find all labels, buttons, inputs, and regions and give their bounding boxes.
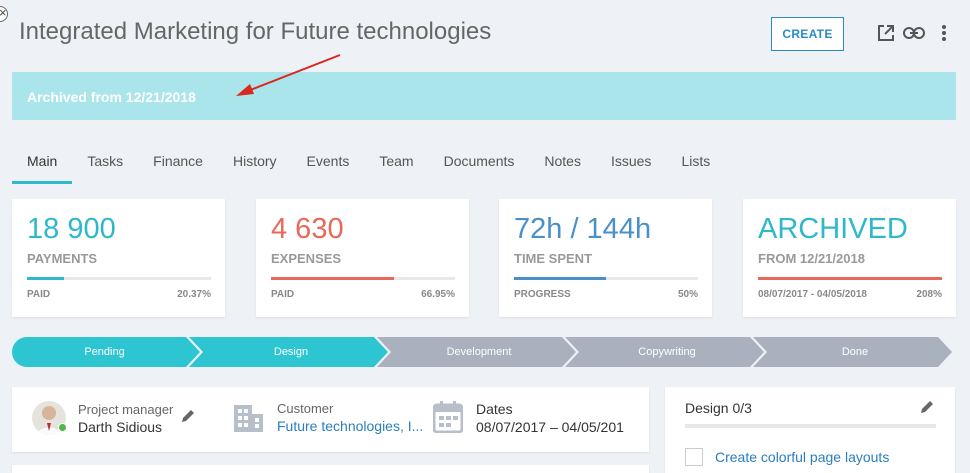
close-icon[interactable] bbox=[0, 5, 8, 22]
stage-design-label: Design bbox=[273, 346, 309, 358]
time-spent-label: TIME SPENT bbox=[514, 251, 593, 266]
project-info-panel: Project manager Darth Sidious Customer F… bbox=[12, 387, 649, 452]
customer-link[interactable]: Future technologies, I... bbox=[277, 418, 423, 434]
archived-banner: Archived from 12/21/2018 bbox=[12, 72, 956, 120]
edit-pm-icon[interactable] bbox=[180, 408, 196, 429]
more-vertical-icon[interactable] bbox=[933, 22, 955, 44]
building-icon bbox=[233, 403, 265, 438]
tab-tasks[interactable]: Tasks bbox=[72, 150, 138, 184]
tab-finance[interactable]: Finance bbox=[138, 150, 218, 184]
tab-main[interactable]: Main bbox=[12, 150, 73, 184]
time-progress-fill bbox=[514, 277, 606, 280]
status-progress-fill bbox=[758, 277, 942, 280]
stage-done-label: Done bbox=[841, 346, 869, 358]
tab-bar: Main Tasks Finance History Events Team D… bbox=[12, 150, 725, 184]
tab-history[interactable]: History bbox=[218, 150, 292, 184]
tab-events[interactable]: Events bbox=[292, 150, 365, 184]
time-foot-left: PROGRESS bbox=[514, 289, 571, 300]
time-progress-track bbox=[514, 277, 698, 280]
archived-banner-text: Archived from 12/21/2018 bbox=[27, 89, 196, 105]
stage-development-label: Development bbox=[446, 346, 512, 358]
tab-notes[interactable]: Notes bbox=[529, 150, 596, 184]
calendar-icon bbox=[432, 401, 464, 438]
status-progress-track bbox=[758, 277, 942, 280]
payments-label: PAYMENTS bbox=[27, 251, 98, 266]
status-value: ARCHIVED bbox=[758, 213, 908, 245]
status-label: FROM 12/21/2018 bbox=[758, 251, 865, 266]
time-spent-value: 72h / 144h bbox=[514, 213, 652, 245]
expenses-card[interactable]: 4 630 EXPENSES PAID 66.95% bbox=[256, 199, 469, 317]
status-date-range: 08/07/2017 - 04/05/2018 bbox=[758, 289, 867, 300]
tab-documents[interactable]: Documents bbox=[429, 150, 530, 184]
create-button[interactable]: CREATE bbox=[771, 17, 844, 51]
page-title: Integrated Marketing for Future technolo… bbox=[19, 18, 492, 45]
time-spent-card[interactable]: 72h / 144h TIME SPENT PROGRESS 50% bbox=[499, 199, 712, 317]
expenses-progress-track bbox=[271, 277, 455, 280]
external-link-icon[interactable] bbox=[875, 22, 897, 44]
stage-copywriting-label: Copywriting bbox=[638, 346, 696, 358]
time-percent: 50% bbox=[677, 289, 698, 300]
payments-value: 18 900 bbox=[27, 213, 116, 245]
online-status-dot bbox=[58, 423, 67, 432]
payments-foot-left: PAID bbox=[27, 289, 51, 300]
checklist-title: Design 0/3 bbox=[685, 400, 752, 416]
edit-checklist-icon[interactable] bbox=[919, 399, 935, 420]
tab-lists[interactable]: Lists bbox=[666, 150, 725, 184]
pm-name[interactable]: Darth Sidious bbox=[78, 419, 162, 435]
payments-progress-fill bbox=[27, 277, 65, 280]
customer-label: Customer bbox=[277, 401, 334, 416]
pm-label: Project manager bbox=[78, 402, 174, 417]
status-card[interactable]: ARCHIVED FROM 12/21/2018 08/07/2017 - 04… bbox=[743, 199, 956, 317]
checklist-item-checkbox[interactable] bbox=[685, 448, 703, 466]
expenses-value: 4 630 bbox=[271, 213, 344, 245]
checklist-item-label[interactable]: Create colorful page layouts bbox=[715, 449, 889, 465]
status-percent: 208% bbox=[916, 289, 942, 300]
dates-value: 08/07/2017 – 04/05/201 bbox=[476, 419, 624, 435]
dates-label: Dates bbox=[476, 401, 513, 417]
payments-card[interactable]: 18 900 PAYMENTS PAID 20.37% bbox=[12, 199, 225, 317]
annotation-arrow bbox=[236, 54, 341, 96]
link-icon[interactable] bbox=[903, 22, 925, 44]
expenses-foot-left: PAID bbox=[271, 289, 295, 300]
expenses-progress-fill bbox=[271, 277, 395, 280]
payments-progress-track bbox=[27, 277, 211, 280]
expenses-label: EXPENSES bbox=[271, 251, 342, 266]
next-panel bbox=[12, 465, 649, 473]
stage-pending-label: Pending bbox=[84, 346, 125, 358]
checklist-panel: Design 0/3 Create colorful page layouts bbox=[665, 387, 955, 473]
expenses-percent: 66.95% bbox=[421, 289, 455, 300]
stage-pipeline: Pending Design Development Copywriting D… bbox=[12, 337, 952, 367]
tab-team[interactable]: Team bbox=[364, 150, 428, 184]
tab-issues[interactable]: Issues bbox=[596, 150, 666, 184]
checklist-progress-track bbox=[685, 424, 936, 428]
payments-percent: 20.37% bbox=[177, 289, 211, 300]
